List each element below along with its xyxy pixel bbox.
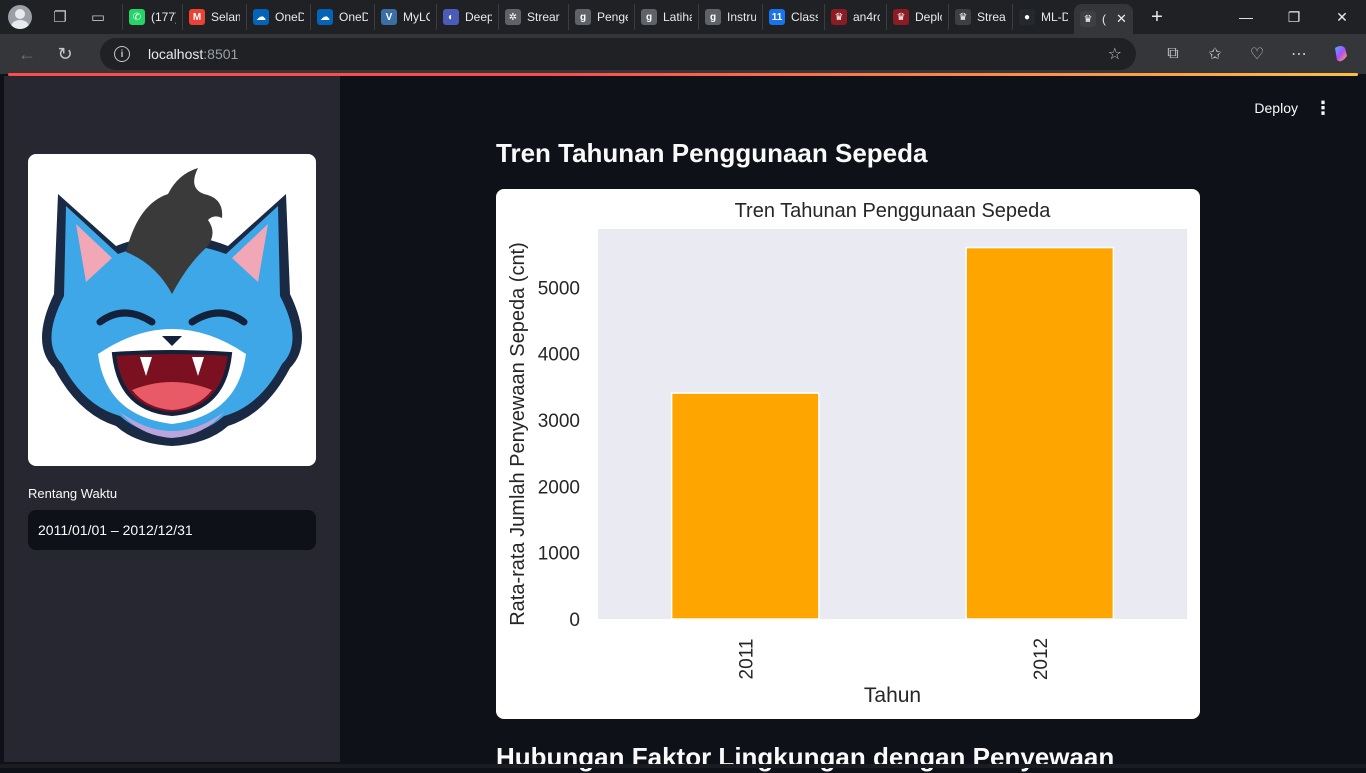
section-title-environment: Hubungan Faktor Lingkungan dengan Penyew… <box>496 742 1114 773</box>
browser-tab-title: OneD <box>275 10 304 24</box>
site-info-icon[interactable]: i <box>114 46 130 62</box>
y-tick-label: 0 <box>569 610 580 631</box>
streamlit-app: Rentang Waktu 2011/01/01 – 2012/12/31 De… <box>4 76 1362 768</box>
copilot-icon[interactable] <box>1324 37 1358 71</box>
more-menu-icon[interactable]: ⋯ <box>1282 37 1316 71</box>
y-tick-label: 2000 <box>538 477 580 498</box>
sidebar: Rentang Waktu 2011/01/01 – 2012/12/31 <box>4 76 340 762</box>
browser-tab[interactable]: ✲ Strear <box>498 4 568 30</box>
browser-tab-title: Strea <box>977 10 1006 24</box>
browser-tab[interactable]: g Instru <box>698 4 762 30</box>
close-window-icon[interactable]: ✕ <box>1318 0 1366 34</box>
browser-tab-title: ML-D <box>1041 10 1068 24</box>
browser-tab-title: Deplo <box>915 10 942 24</box>
browser-tab[interactable]: ● ML-D <box>1012 4 1074 30</box>
new-tab-button[interactable]: + <box>1143 3 1171 31</box>
streamlit-icon: ♛ <box>955 9 971 25</box>
browser-tab[interactable]: ♛ Deplo <box>886 4 948 30</box>
restore-icon[interactable]: ❐ <box>1270 0 1318 34</box>
streamlit-icon: ♛ <box>831 9 847 25</box>
main-menu-icon[interactable]: ⋮ <box>1314 98 1332 119</box>
chart-title: Tren Tahunan Penggunaan Sepeda <box>735 200 1052 222</box>
mylo-icon: V <box>381 9 397 25</box>
horizontal-scrollbar[interactable] <box>0 764 1366 768</box>
browser-tab[interactable]: ◐ Deep <box>436 4 498 30</box>
tab-actions-icon[interactable]: ▭ <box>84 3 112 31</box>
deploy-button[interactable]: Deploy <box>1254 100 1298 116</box>
gmail-icon: M <box>189 9 205 25</box>
g-icon: g <box>641 9 657 25</box>
sidebar-logo <box>28 154 316 466</box>
workspaces-icon[interactable]: ❐ <box>46 3 74 31</box>
browser-tab-title: Class <box>791 10 818 24</box>
browser-tab-title: Penge <box>597 10 628 24</box>
deepl-icon: ◐ <box>443 9 459 25</box>
y-axis-label: Rata-rata Jumlah Penyewaan Sepeda (cnt) <box>507 242 529 626</box>
tabs-container: ✆(177)MSelam☁OneD☁OneDVMyLO◐Deep✲Strearg… <box>122 0 1074 34</box>
cat-mascot-image <box>28 154 316 466</box>
bar-2011 <box>672 393 819 619</box>
minimize-icon[interactable]: — <box>1222 0 1270 34</box>
toolbar-actions: ⧉ ✩ ♡ ⋯ <box>1156 37 1358 71</box>
streamlit-icon: ♛ <box>1080 11 1096 27</box>
url-host: localhost <box>148 46 203 62</box>
bar-2012 <box>966 248 1113 619</box>
url-port: :8501 <box>203 46 238 62</box>
browser-tab[interactable]: ♛ an4rc <box>824 4 886 30</box>
openai-icon: ✲ <box>505 9 521 25</box>
onedrive-icon: ☁ <box>253 9 269 25</box>
browser-tab-strip: ❐ ▭ ✆ (177) M Selam ☁ OneD ☁ OneD V MyLO ◐ Deep ✲ Str… <box>0 0 1366 34</box>
browser-tab-title: Deep <box>465 10 492 24</box>
extensions-icon[interactable]: ⧉ <box>1156 37 1190 71</box>
x-tick-label: 2011 <box>736 639 757 680</box>
profile-avatar[interactable] <box>8 5 32 29</box>
bookmark-star-icon[interactable]: ☆ <box>1108 44 1122 64</box>
y-tick-label: 5000 <box>538 278 580 299</box>
browser-tab[interactable]: ☁ OneD <box>246 4 310 30</box>
window-controls: — ❐ ✕ <box>1222 0 1366 34</box>
browser-tab[interactable]: g Penge <box>568 4 634 30</box>
y-tick-label: 1000 <box>538 544 580 565</box>
browser-tab[interactable]: 11 Class <box>762 4 824 30</box>
browser-tab-title: Instru <box>727 10 756 24</box>
y-tick-label: 3000 <box>538 411 580 432</box>
browser-tab[interactable]: M Selam <box>182 4 246 30</box>
favorites-icon[interactable]: ✩ <box>1198 37 1232 71</box>
g-icon: g <box>705 9 721 25</box>
browser-tab[interactable]: ☁ OneD <box>310 4 374 30</box>
date-range-input[interactable]: 2011/01/01 – 2012/12/31 <box>28 510 316 550</box>
y-tick-label: 4000 <box>538 345 580 366</box>
whatsapp-icon: ✆ <box>129 9 145 25</box>
github-icon: ● <box>1019 9 1035 25</box>
browser-tab-title: Strear <box>527 10 560 24</box>
date-range-label: Rentang Waktu <box>28 486 117 501</box>
x-axis-label: Tahun <box>864 684 921 707</box>
browser-tab[interactable]: V MyLO <box>374 4 436 30</box>
g-icon: g <box>575 9 591 25</box>
browser-tab[interactable]: g Latiha <box>634 4 698 30</box>
x-tick-label: 2012 <box>1031 638 1052 680</box>
calendar-icon: 11 <box>769 9 785 25</box>
browser-tab[interactable]: ♛ Strea <box>948 4 1012 30</box>
browser-tab-title: Selam <box>211 10 240 24</box>
browser-tab-title: an4rc <box>853 10 880 24</box>
streamlit-icon: ♛ <box>893 9 909 25</box>
browser-tab-title: Latiha <box>663 10 692 24</box>
browser-toolbar: ← ↻ i localhost:8501 ☆ ⧉ ✩ ♡ ⋯ <box>0 34 1366 74</box>
browser-tab[interactable]: ✆ (177) <box>122 4 182 30</box>
onedrive-icon: ☁ <box>317 9 333 25</box>
browser-tab-title: OneD <box>339 10 368 24</box>
close-tab-icon[interactable]: ✕ <box>1116 11 1127 27</box>
performance-icon[interactable]: ♡ <box>1240 37 1274 71</box>
back-arrow-icon[interactable]: ← <box>10 37 44 71</box>
reload-icon[interactable]: ↻ <box>48 37 82 71</box>
browser-tab-title: MyLO <box>403 10 430 24</box>
bar-chart: Tren Tahunan Penggunaan Sepeda 0 1000 2000 3… <box>496 189 1200 719</box>
browser-tab-title: (177) <box>151 10 176 24</box>
address-bar[interactable]: i localhost:8501 ☆ <box>100 38 1136 70</box>
chart-card: Tren Tahunan Penggunaan Sepeda 0 1000 2000 3… <box>496 189 1200 719</box>
tab-active[interactable]: ♛ ( ✕ <box>1074 4 1133 34</box>
page-title: Tren Tahunan Penggunaan Sepeda <box>496 138 927 169</box>
tab-title: ( <box>1102 12 1106 26</box>
